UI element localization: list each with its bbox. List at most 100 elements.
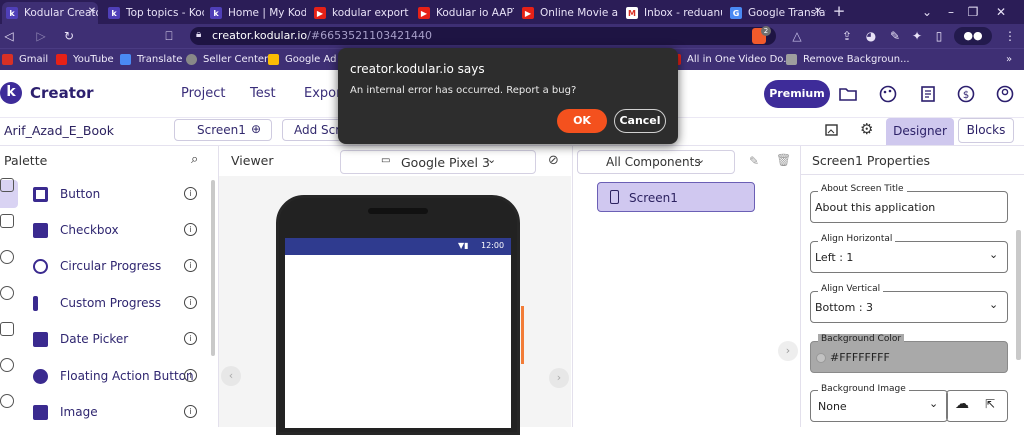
phone-speaker xyxy=(368,208,428,214)
info-icon[interactable]: i xyxy=(184,405,197,418)
info-icon[interactable]: i xyxy=(184,223,197,236)
cancel-button[interactable]: Cancel xyxy=(614,109,666,133)
upload-cloud-icon[interactable]: ☁ xyxy=(955,396,969,412)
phone-status-bar: ▼▮ 12:00 xyxy=(285,238,511,255)
info-icon[interactable]: i xyxy=(184,259,197,272)
private-glasses-icon[interactable]: ●● xyxy=(954,27,992,45)
field-value: None xyxy=(818,400,847,413)
expand-chevron-icon[interactable]: › xyxy=(778,341,798,361)
palette-item-date-picker[interactable]: Date Picker i xyxy=(0,323,210,359)
extension-color-icon[interactable]: ◕ xyxy=(864,28,878,44)
bookmark-label: All in One Video Do... xyxy=(687,53,793,65)
background-image-select[interactable]: None ⌄ xyxy=(810,390,948,422)
nav-project[interactable]: Project xyxy=(181,86,225,101)
share-icon[interactable]: ⇪ xyxy=(840,28,854,44)
back-icon[interactable]: ◁ xyxy=(2,28,16,44)
nav-test[interactable]: Test xyxy=(250,86,276,101)
properties-header-divider xyxy=(801,174,1024,175)
dollar-icon[interactable]: $ xyxy=(956,84,976,104)
open-external-icon[interactable]: ⇱ xyxy=(985,397,995,411)
add-screen-button[interactable]: Add Scre xyxy=(282,119,342,141)
screen-select[interactable]: Screen1 ⊕ xyxy=(174,119,272,141)
next-screen-icon[interactable]: › xyxy=(549,368,569,388)
google-ads-icon xyxy=(268,53,279,65)
address-bar[interactable]: 🔒︎ creator.kodular.io/#6653521103421440 xyxy=(190,27,776,45)
bookmark-translate[interactable]: Translate xyxy=(120,52,182,66)
palette-item-label: Custom Progress xyxy=(60,296,161,310)
dropper-icon[interactable]: ✎ xyxy=(888,28,902,44)
info-icon[interactable]: i xyxy=(184,369,197,382)
search-icon[interactable]: ⌕ xyxy=(191,152,198,167)
extensions-icon[interactable]: ✦ xyxy=(910,28,924,44)
new-tab-button[interactable]: + xyxy=(832,3,846,19)
browser-tab-top-topics[interactable]: k Top topics - Kodul xyxy=(104,2,204,24)
kodular-icon: k xyxy=(108,7,120,19)
account-icon[interactable] xyxy=(995,84,1015,104)
more-bookmarks-chevron-icon[interactable]: » xyxy=(1002,52,1016,68)
close-tab-icon[interactable]: ✕ xyxy=(86,6,98,18)
component-screen1[interactable]: Screen1 xyxy=(597,182,755,212)
bookmark-icon[interactable]: ⎕ xyxy=(162,28,176,44)
browser-tab-kodular-creator[interactable]: k Kodular Creato xyxy=(2,2,98,24)
palette-icon[interactable] xyxy=(878,84,898,104)
youtube-icon xyxy=(56,53,67,65)
forward-icon[interactable]: ▷ xyxy=(34,28,48,44)
background-color-field[interactable]: #FFFFFFFF xyxy=(810,341,1008,373)
hide-eye-icon[interactable]: ⊘ xyxy=(548,153,559,168)
folder-icon[interactable] xyxy=(838,84,858,104)
delete-trash-icon[interactable]: 🗑︎ xyxy=(776,153,791,167)
designer-tab[interactable]: Designer xyxy=(886,118,954,145)
components-filter-select[interactable]: All Components ⌄ xyxy=(577,150,735,174)
bookmark-seller-center[interactable]: Seller Center xyxy=(186,52,268,66)
browser-tab-gmail-inbox[interactable]: M Inbox - reduanul5 xyxy=(622,2,722,24)
about-screen-title-field[interactable]: About this application xyxy=(810,191,1008,223)
info-icon[interactable]: i xyxy=(184,332,197,345)
settings-gear-icon[interactable]: ⚙ xyxy=(860,120,873,138)
rename-pencil-icon[interactable]: ✎ xyxy=(749,154,759,168)
close-window-icon[interactable]: ✕ xyxy=(994,4,1008,20)
tab-search-chevron-icon[interactable]: ⌄ xyxy=(920,4,934,20)
gallery-icon[interactable] xyxy=(824,122,840,138)
premium-button[interactable]: Premium xyxy=(764,80,830,108)
palette-item-circular-progress[interactable]: Circular Progress i xyxy=(0,250,210,286)
blocks-tab[interactable]: Blocks xyxy=(958,118,1014,143)
sidebar-icon[interactable]: ▯ xyxy=(932,28,946,44)
align-horizontal-select[interactable]: Left : 1 ⌄ xyxy=(810,241,1008,273)
app-logo-text: Creator xyxy=(30,84,94,102)
close-tab-icon[interactable]: ✕ xyxy=(812,6,824,18)
browser-tab-online-movie[interactable]: ▶ Online Movie app xyxy=(518,2,618,24)
bookmark-video-downloader[interactable]: All in One Video Do... xyxy=(670,52,793,66)
align-vertical-select[interactable]: Bottom : 3 ⌄ xyxy=(810,291,1008,323)
bookmark-label: Translate xyxy=(137,53,183,65)
reload-icon[interactable]: ↻ xyxy=(62,28,76,44)
youtube-icon: ▶ xyxy=(522,7,534,19)
tab-title: Online Movie app xyxy=(540,7,618,19)
browser-tab-google-translate[interactable]: GGoogle Translate xyxy=(726,2,826,24)
browser-tab-kodular-export[interactable]: ▶ kodular export pro xyxy=(310,2,410,24)
palette-item-custom-progress[interactable]: Custom Progress i xyxy=(0,287,210,323)
properties-scrollbar[interactable] xyxy=(1016,230,1021,360)
previous-screen-icon[interactable]: ‹ xyxy=(221,366,241,386)
ok-button[interactable]: OK xyxy=(557,109,607,133)
bookmark-google-ads[interactable]: Google Ad M xyxy=(268,52,348,66)
info-icon[interactable]: i xyxy=(184,296,197,309)
bookmark-remove-background[interactable]: Remove Backgroun... xyxy=(786,52,910,66)
screen-select-label: Screen1 xyxy=(197,123,246,137)
brave-badge: 2 xyxy=(761,26,771,36)
browser-tab-my-kodular[interactable]: k Home | My Kodular xyxy=(206,2,306,24)
palette-item-checkbox[interactable]: Checkbox i xyxy=(0,214,210,250)
url-host: creator.kodular.io xyxy=(212,29,308,42)
menu-icon[interactable]: ⋮ xyxy=(1003,28,1017,44)
browser-tab-aapt-error[interactable]: ▶ Kodular io AAPT Er xyxy=(414,2,514,24)
minimize-icon[interactable]: – xyxy=(944,4,958,20)
bookmark-youtube[interactable]: YouTube xyxy=(56,52,114,66)
palette-scrollbar[interactable] xyxy=(211,180,215,356)
restore-icon[interactable]: ❐ xyxy=(966,4,980,20)
docs-icon[interactable] xyxy=(918,84,938,104)
bookmark-gmail[interactable]: Gmail xyxy=(2,52,48,66)
info-icon[interactable]: i xyxy=(184,187,197,200)
device-select[interactable]: ▭ Google Pixel 3 ⌄ xyxy=(340,150,536,174)
palette-item-button[interactable]: Button i xyxy=(0,178,210,214)
rewards-icon[interactable]: △ xyxy=(790,28,804,44)
palette-item-floating-action-button[interactable]: Floating Action Button i xyxy=(0,360,210,396)
